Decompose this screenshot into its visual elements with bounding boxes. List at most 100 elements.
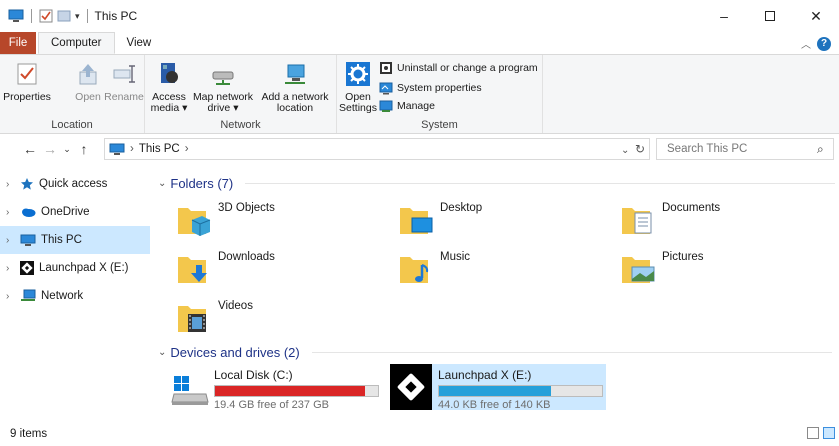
ribbon: Properties Open Rename Location Access m… [0,54,839,134]
launchpad-drive-icon [20,261,34,275]
system-properties-label: System properties [397,82,482,94]
location-group: Properties Open Rename Location [0,55,145,133]
network-location-icon [285,64,305,84]
tab-file[interactable]: File [0,32,36,54]
expand-chevron-icon[interactable]: › [6,179,9,190]
large-icons-view-icon[interactable] [823,427,835,439]
expand-chevron-icon[interactable]: › [6,207,9,218]
open-settings-button[interactable]: Open Settings [339,59,377,114]
launchpad-drive-icon [390,364,432,410]
network-group: Access media ▾ Map network drive ▾ Add a… [145,55,337,133]
rename-button[interactable]: Rename [104,59,144,103]
network-icon [21,289,36,301]
access-media-button[interactable]: Access media ▾ [149,59,189,114]
drive-usage-bar [438,385,603,397]
map-network-drive-button[interactable]: Map network drive ▾ [191,59,255,114]
nav-label: Quick access [39,178,108,190]
refresh-icon[interactable]: ↻ [635,142,645,156]
drives-section-header[interactable]: ⌄ Devices and drives (2) [158,345,832,360]
folders-section-header[interactable]: ⌄ Folders (7) [158,176,836,191]
customize-qat-icon[interactable]: ▾ [75,11,80,22]
ribbon-right-controls: ︿ ? [801,36,831,51]
nav-item-network[interactable]: › Network [0,282,150,310]
expand-chevron-icon[interactable]: › [6,235,9,246]
divider [31,9,32,23]
desktop-folder-icon [400,208,433,234]
back-arrow-icon[interactable]: ← [20,141,40,157]
new-folder-icon[interactable] [57,9,71,23]
open-label: Open [75,91,101,103]
section-title: Folders (7) [170,176,234,191]
breadcrumb-chevron-icon[interactable]: › [185,143,189,155]
folder-desktop[interactable]: Desktop [398,202,482,238]
breadcrumb-this-pc[interactable]: This PC [139,143,180,155]
nav-label: OneDrive [41,206,90,218]
expand-chevron-icon[interactable]: › [6,291,9,302]
network-drive-icon [212,71,234,85]
videos-folder-icon [178,306,206,332]
address-bar[interactable]: › This PC › ⌄ ↻ [104,138,650,160]
downloads-folder-icon [178,257,207,283]
media-icon [161,63,178,83]
address-dropdown-icon[interactable]: ⌄ [621,145,629,156]
nav-item-quick-access[interactable]: › Quick access [0,170,150,198]
search-input[interactable]: Search This PC [656,138,834,160]
manage-button[interactable]: Manage [379,99,435,113]
title-bar: ▾ This PC – ✕ [0,0,839,32]
location-group-label: Location [51,119,93,131]
nav-label: Network [41,290,84,302]
quick-access-toolbar: ▾ [0,9,91,23]
up-arrow-icon[interactable]: ↑ [74,141,94,157]
folder-documents[interactable]: Documents [620,202,720,238]
system-properties-button[interactable]: System properties [379,81,482,95]
open-icon [79,64,97,85]
minimize-button[interactable]: – [701,0,747,32]
documents-folder-icon [622,208,652,234]
properties-button[interactable]: Properties [3,59,51,103]
open-button[interactable]: Open [74,59,102,103]
properties-label: Properties [3,91,51,103]
details-view-icon[interactable] [807,427,819,439]
nav-label: This PC [41,234,82,246]
help-icon[interactable]: ? [817,36,831,51]
nav-item-launchpad-drive[interactable]: › Launchpad X (E:) [0,254,150,282]
folder-music[interactable]: Music [398,251,470,287]
3d-objects-folder-icon [178,208,211,236]
maximize-button[interactable] [747,0,793,32]
nav-item-this-pc[interactable]: › This PC [0,226,150,254]
add-network-location-button[interactable]: Add a network location [257,59,333,114]
search-icon[interactable]: ⌕ [817,142,824,157]
status-bar: 9 items [0,422,839,446]
tab-computer[interactable]: Computer [38,32,115,54]
folder-3d-objects[interactable]: 3D Objects [176,202,275,238]
expand-chevron-icon[interactable]: › [6,263,9,274]
drive-local-disk-c[interactable]: Local Disk (C:) 19.4 GB free of 237 GB [170,364,388,411]
pc-icon [109,143,125,155]
forward-arrow-icon[interactable]: → [40,141,60,157]
folder-pictures[interactable]: Pictures [620,251,704,287]
drive-launchpad-x-e[interactable]: Launchpad X (E:) 44.0 KB free of 140 KB [390,364,606,411]
collapse-chevron-icon[interactable]: ⌄ [158,178,166,189]
collapse-chevron-icon[interactable]: ⌄ [158,347,166,358]
close-button[interactable]: ✕ [793,0,839,32]
window-title: This PC [94,9,138,23]
drive-usage-bar [214,385,379,397]
folder-label: Music [440,251,471,263]
uninstall-label: Uninstall or change a program [397,62,538,74]
uninstall-program-button[interactable]: Uninstall or change a program [379,61,538,75]
properties-icon[interactable] [39,9,53,23]
folder-videos[interactable]: Videos [176,300,253,336]
nav-item-onedrive[interactable]: › OneDrive [0,198,150,226]
pictures-folder-icon [622,257,655,283]
navigation-pane: › Quick access › OneDrive › This PC › La… [0,170,150,420]
nav-label: Launchpad X (E:) [39,262,129,274]
collapse-ribbon-icon[interactable]: ︿ [801,36,811,51]
map-drive-label-2: drive ▾ [207,102,239,114]
recent-locations-chevron-icon[interactable]: ⌄ [60,144,74,155]
pc-icon [8,9,24,22]
maximize-icon [765,11,775,21]
address-separator-icon[interactable]: › [130,143,134,155]
network-group-label: Network [220,119,261,131]
folder-downloads[interactable]: Downloads [176,251,275,287]
tab-view[interactable]: View [115,32,164,54]
